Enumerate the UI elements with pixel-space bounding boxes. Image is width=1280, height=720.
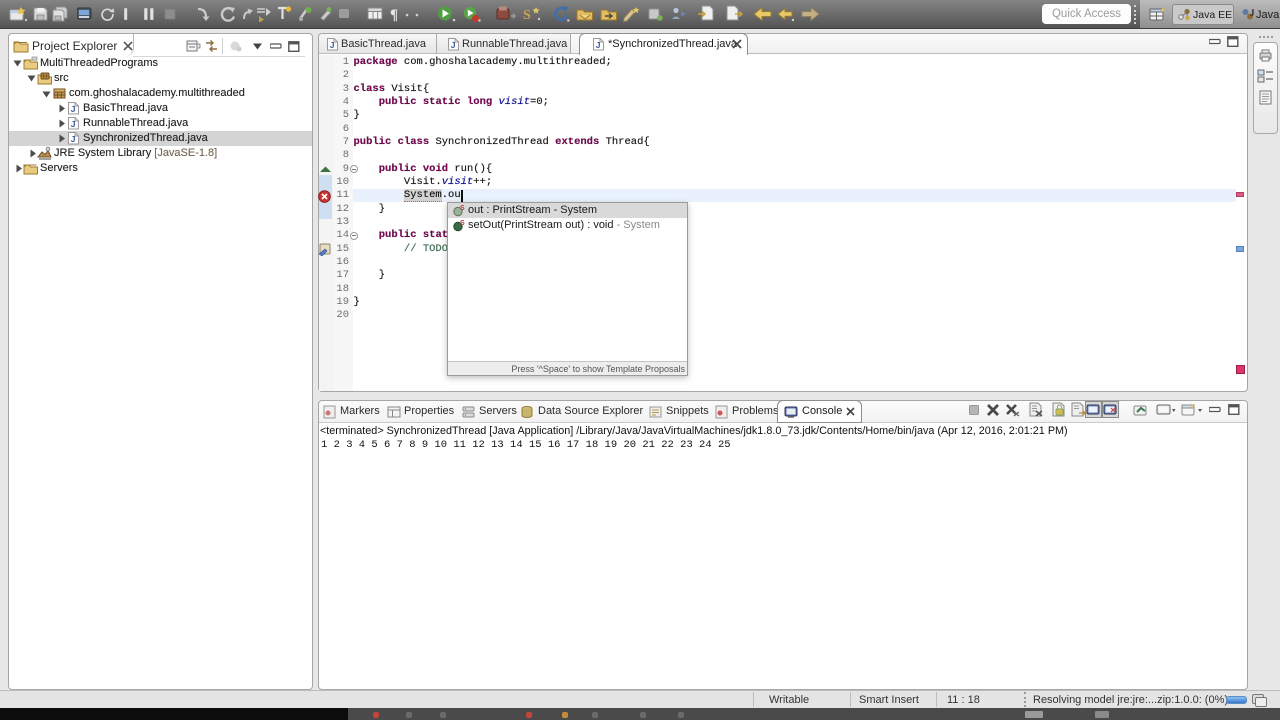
svg-text:J: J <box>71 104 76 114</box>
svg-text:J: J <box>71 119 76 129</box>
svg-text:J: J <box>1250 8 1255 18</box>
svg-text:J: J <box>451 40 456 50</box>
svg-text:J: J <box>330 40 335 50</box>
svg-text:J: J <box>596 40 601 50</box>
svg-text:J: J <box>71 134 76 144</box>
svg-text:¶: ¶ <box>390 7 398 22</box>
svg-text:S: S <box>460 220 465 227</box>
svg-text:S: S <box>460 205 465 212</box>
svg-text:S: S <box>523 8 531 23</box>
